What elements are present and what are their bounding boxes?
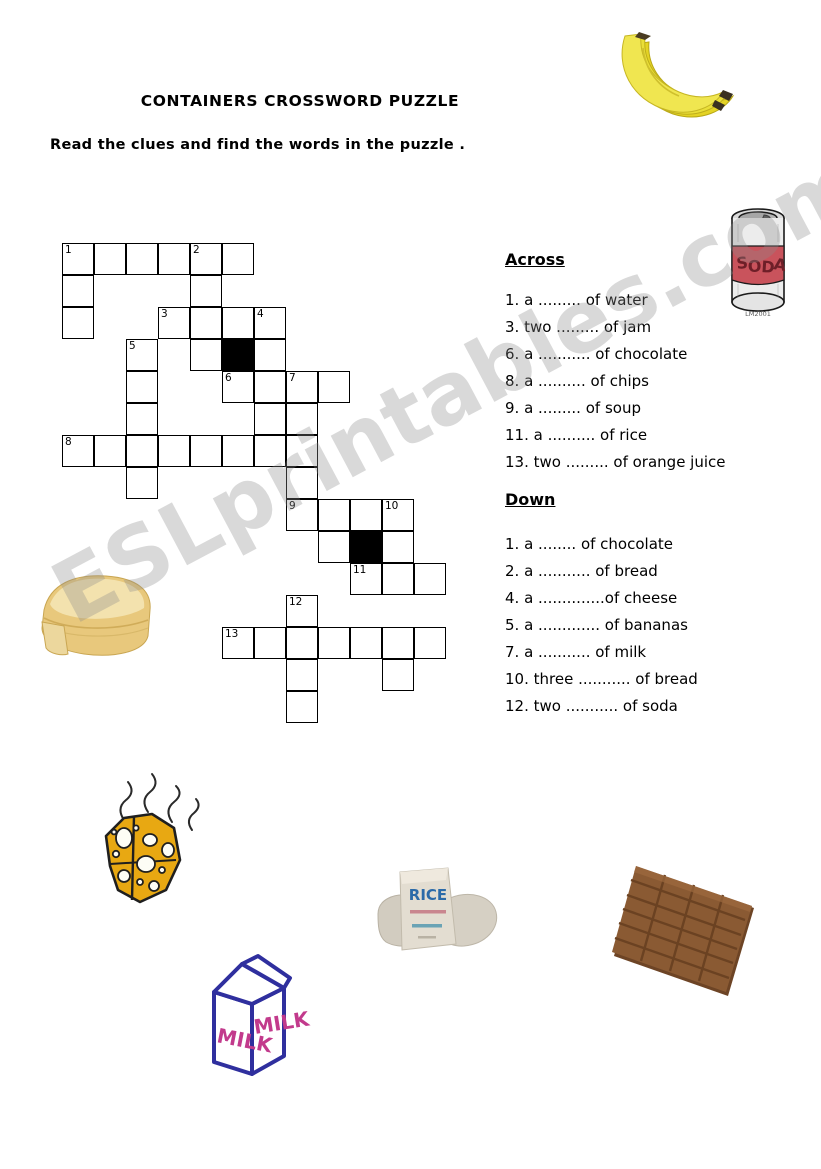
clues-panel: Across 1. a ......... of water 3. two ...… bbox=[505, 250, 805, 720]
crossword-cell[interactable] bbox=[126, 371, 158, 403]
crossword-cell[interactable] bbox=[414, 563, 446, 595]
crossword-cell-number: 4 bbox=[257, 308, 264, 320]
milk-carton-image: MILK MILK bbox=[198, 952, 312, 1077]
bread-loaf-image bbox=[28, 560, 163, 665]
soda-can-image: S O D A LM2001 bbox=[718, 202, 798, 320]
crossword-cell[interactable] bbox=[126, 403, 158, 435]
crossword-cell[interactable] bbox=[254, 371, 286, 403]
crossword-cell-number: 3 bbox=[161, 308, 168, 320]
crossword-cell-number: 12 bbox=[289, 596, 303, 608]
down-clue-item: 4. a ..............of cheese bbox=[505, 589, 678, 607]
crossword-cell[interactable] bbox=[62, 307, 94, 339]
down-heading: Down bbox=[505, 490, 556, 509]
crossword-cell-blocked bbox=[350, 531, 382, 563]
crossword-cell-number: 1 bbox=[65, 244, 72, 256]
down-clue-item: 1. a ........ of chocolate bbox=[505, 535, 674, 553]
crossword-cell[interactable] bbox=[382, 659, 414, 691]
crossword-cell[interactable]: 11 bbox=[350, 563, 382, 595]
crossword-cell[interactable]: 10 bbox=[382, 499, 414, 531]
down-clue-item: 2. a ........... of bread bbox=[505, 562, 658, 580]
down-clue-item: 5. a ............. of bananas bbox=[505, 616, 688, 634]
bananas-image bbox=[605, 22, 745, 127]
crossword-cell[interactable] bbox=[126, 435, 158, 467]
crossword-cell[interactable] bbox=[62, 275, 94, 307]
crossword-cell[interactable]: 13 bbox=[222, 627, 254, 659]
crossword-cell[interactable]: 8 bbox=[62, 435, 94, 467]
crossword-cell[interactable] bbox=[286, 627, 318, 659]
down-clue-list: 1. a ........ of chocolate 2. a .........… bbox=[505, 531, 805, 720]
down-clue-item: 7. a ........... of milk bbox=[505, 643, 647, 661]
crossword-cell[interactable] bbox=[382, 627, 414, 659]
crossword-cell[interactable] bbox=[222, 435, 254, 467]
crossword-cell[interactable] bbox=[254, 403, 286, 435]
crossword-cell[interactable]: 4 bbox=[254, 307, 286, 339]
crossword-cell[interactable] bbox=[190, 339, 222, 371]
svg-text:O: O bbox=[747, 257, 761, 276]
crossword-cell[interactable] bbox=[318, 371, 350, 403]
crossword-cell[interactable] bbox=[350, 499, 382, 531]
crossword-cell[interactable] bbox=[254, 435, 286, 467]
crossword-cell[interactable]: 7 bbox=[286, 371, 318, 403]
crossword-cell-number: 9 bbox=[289, 500, 296, 512]
crossword-cell[interactable] bbox=[190, 435, 222, 467]
crossword-cell[interactable] bbox=[158, 435, 190, 467]
crossword-cell[interactable] bbox=[94, 435, 126, 467]
svg-text:LM2001: LM2001 bbox=[745, 310, 771, 318]
crossword-cell[interactable] bbox=[158, 243, 190, 275]
crossword-cell[interactable] bbox=[382, 563, 414, 595]
crossword-cell[interactable]: 6 bbox=[222, 371, 254, 403]
crossword-cell[interactable] bbox=[222, 307, 254, 339]
crossword-cell[interactable]: 5 bbox=[126, 339, 158, 371]
crossword-cell[interactable] bbox=[190, 307, 222, 339]
crossword-cell[interactable] bbox=[318, 499, 350, 531]
crossword-cell[interactable]: 12 bbox=[286, 595, 318, 627]
crossword-cell-number: 5 bbox=[129, 340, 136, 352]
crossword-cell-number: 10 bbox=[385, 500, 399, 512]
across-clue-item: 11. a .......... of rice bbox=[505, 426, 648, 444]
crossword-cell[interactable] bbox=[254, 627, 286, 659]
chocolate-bar-image bbox=[608, 862, 763, 1002]
crossword-cell[interactable] bbox=[254, 339, 286, 371]
crossword-cell[interactable] bbox=[126, 243, 158, 275]
down-clue-item: 12. two ........... of soda bbox=[505, 697, 678, 715]
crossword-cell[interactable] bbox=[382, 531, 414, 563]
crossword-cell-number: 13 bbox=[225, 628, 239, 640]
cheese-image bbox=[88, 768, 213, 910]
down-clue-item: 10. three ........... of bread bbox=[505, 670, 698, 688]
crossword-cell[interactable] bbox=[286, 435, 318, 467]
crossword-cell[interactable] bbox=[318, 627, 350, 659]
crossword-cell[interactable] bbox=[286, 659, 318, 691]
crossword-cell[interactable]: 2 bbox=[190, 243, 222, 275]
crossword-cell-blocked bbox=[222, 339, 254, 371]
instruction-text: Read the clues and find the words in the… bbox=[50, 137, 466, 153]
crossword-cell[interactable] bbox=[286, 467, 318, 499]
crossword-cell[interactable] bbox=[350, 627, 382, 659]
svg-text:RICE: RICE bbox=[409, 886, 447, 904]
worksheet-page: CONTAINERS CROSSWORD PUZZLE Read the clu… bbox=[0, 0, 821, 1169]
crossword-cell[interactable] bbox=[94, 243, 126, 275]
crossword-cell[interactable] bbox=[286, 403, 318, 435]
rice-sack-image: RICE bbox=[372, 858, 502, 958]
across-clue-item: 9. a ......... of soup bbox=[505, 399, 641, 417]
crossword-cell[interactable] bbox=[318, 531, 350, 563]
crossword-cell[interactable] bbox=[286, 691, 318, 723]
crossword-cell[interactable]: 9 bbox=[286, 499, 318, 531]
crossword-cell-number: 6 bbox=[225, 372, 232, 384]
crossword-cell[interactable]: 1 bbox=[62, 243, 94, 275]
crossword-cell-number: 2 bbox=[193, 244, 200, 256]
crossword-cell-number: 8 bbox=[65, 436, 72, 448]
across-clue-item: 6. a ........... of chocolate bbox=[505, 345, 688, 363]
crossword-cell[interactable] bbox=[414, 627, 446, 659]
crossword-cell[interactable] bbox=[126, 467, 158, 499]
across-clue-item: 13. two ......... of orange juice bbox=[505, 453, 726, 471]
across-clue-item: 8. a .......... of chips bbox=[505, 372, 649, 390]
crossword-cell-number: 7 bbox=[289, 372, 296, 384]
crossword-cell-number: 11 bbox=[353, 564, 367, 576]
crossword-cell[interactable] bbox=[222, 243, 254, 275]
crossword-cell[interactable]: 3 bbox=[158, 307, 190, 339]
svg-text:A: A bbox=[772, 254, 788, 275]
page-title: CONTAINERS CROSSWORD PUZZLE bbox=[140, 92, 460, 110]
crossword-cell[interactable] bbox=[190, 275, 222, 307]
